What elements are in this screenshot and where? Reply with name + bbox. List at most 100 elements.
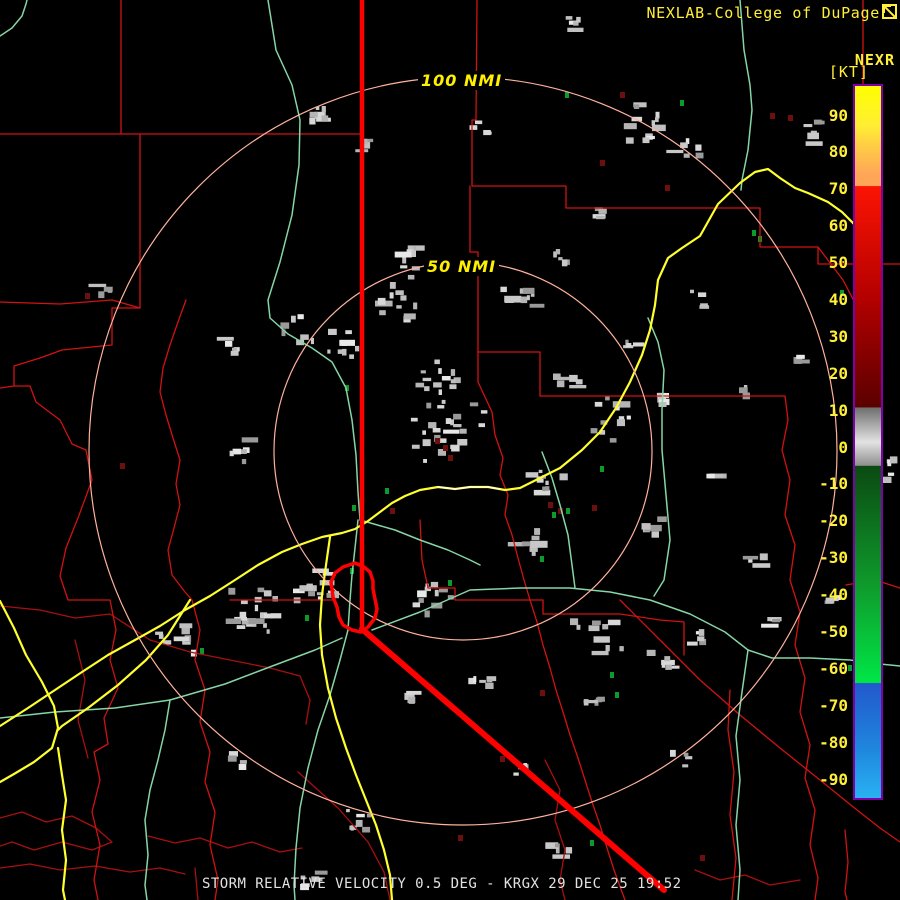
radar-echo xyxy=(526,295,530,301)
radar-echo xyxy=(434,589,439,597)
road-line xyxy=(0,811,113,851)
radar-echo xyxy=(406,690,422,695)
radar-echo xyxy=(173,636,190,642)
radar-echo xyxy=(682,764,689,768)
radar-echo xyxy=(236,625,246,629)
radar-echo xyxy=(594,401,603,407)
radar-echo xyxy=(394,251,412,258)
radar-echo xyxy=(565,16,573,20)
radar-echo xyxy=(367,138,374,143)
radar-echo xyxy=(225,618,242,624)
radar-echo xyxy=(807,132,819,140)
radar-echo xyxy=(530,540,548,548)
radar-echo xyxy=(453,413,462,420)
radar-echo xyxy=(598,208,607,214)
radar-echo xyxy=(513,772,519,776)
road-line xyxy=(147,835,303,853)
radar-echo-outbound xyxy=(848,665,852,671)
radar-echo xyxy=(216,336,234,341)
radar-echo xyxy=(525,472,539,478)
radar-echo xyxy=(309,111,318,118)
radar-echo xyxy=(479,679,486,683)
radar-echo xyxy=(441,376,451,381)
radar-echo-outbound xyxy=(565,92,569,98)
colorbar-tick-label: -20 xyxy=(819,511,848,531)
radar-echo xyxy=(609,438,617,443)
colorbar-tick-label: 30 xyxy=(828,326,848,346)
highway-green-line xyxy=(0,637,343,719)
county-boundary-line xyxy=(539,395,819,900)
radar-echo xyxy=(469,125,478,130)
radar-echo xyxy=(567,27,584,32)
colorbar-tick-label: 80 xyxy=(828,142,848,162)
highway-green-line xyxy=(293,519,359,900)
radar-echo xyxy=(433,382,442,388)
radar-echo-outbound xyxy=(615,692,619,698)
radar-echo-outbound xyxy=(552,512,556,518)
radar-echo xyxy=(618,416,625,420)
radar-echo xyxy=(230,350,239,356)
radar-echo xyxy=(417,590,427,598)
radar-echo xyxy=(321,115,329,121)
radar-echo xyxy=(395,290,404,295)
radar-echo-inbound xyxy=(788,115,793,121)
colorbar-tick-label: 50 xyxy=(828,253,848,273)
radar-echo-inbound xyxy=(600,160,605,166)
radar-echo xyxy=(257,587,265,593)
highway-green-line xyxy=(647,317,671,597)
radar-echo xyxy=(424,610,430,618)
county-boundary-line xyxy=(844,829,849,900)
radar-echo xyxy=(626,343,632,347)
radar-echo xyxy=(661,661,666,668)
radar-echo-inbound xyxy=(548,502,553,508)
radar-echo xyxy=(590,428,598,434)
radar-echo-inbound xyxy=(458,835,463,841)
colorbar-tick-label: 0 xyxy=(838,437,848,457)
radar-echo xyxy=(355,345,360,352)
radar-echo xyxy=(651,531,659,538)
highway-green-line xyxy=(739,0,753,191)
radar-echo xyxy=(345,330,352,335)
radar-echo xyxy=(552,854,570,859)
radar-echo xyxy=(158,634,164,639)
radar-echo xyxy=(666,149,684,154)
radar-echo xyxy=(480,410,488,414)
radar-echo xyxy=(225,341,233,347)
radar-echo xyxy=(742,555,759,560)
radar-echo xyxy=(687,641,698,646)
radar-echo xyxy=(453,424,462,428)
radar-echo xyxy=(98,291,105,299)
radar-echo-outbound xyxy=(752,230,756,236)
radar-echo xyxy=(556,380,565,388)
radar-echo-inbound xyxy=(448,455,453,461)
radar-echo xyxy=(389,292,394,299)
radar-echo xyxy=(410,417,418,422)
radar-echo xyxy=(478,423,485,428)
radar-echo xyxy=(88,283,107,288)
radar-echo xyxy=(239,760,247,764)
radar-echo xyxy=(475,120,483,125)
page-title: NEXLAB-College of DuPage xyxy=(646,4,880,22)
radar-echo xyxy=(362,826,371,833)
radar-echo xyxy=(181,627,190,635)
radar-echo xyxy=(569,385,587,389)
radar-echo xyxy=(403,313,416,320)
radar-echo-outbound xyxy=(590,840,594,846)
radar-echo xyxy=(326,593,332,598)
radar-echo-inbound xyxy=(620,92,625,98)
radar-echo xyxy=(602,624,609,630)
radar-echo xyxy=(545,480,549,485)
radar-echo xyxy=(605,645,610,652)
radar-echo xyxy=(240,600,248,605)
radar-echo xyxy=(607,619,621,626)
radar-echo xyxy=(254,604,259,612)
radar-viewer-screen: NEXLAB-College of DuPage NEXR [KT] 100 N… xyxy=(0,0,900,900)
radar-echo xyxy=(554,843,560,848)
colorbar-tick-label: -60 xyxy=(819,658,848,678)
radar-echo xyxy=(485,682,494,689)
radar-echo xyxy=(576,16,581,23)
radar-echo xyxy=(415,382,425,388)
range-ring-label-50nmi: 50 NMI xyxy=(424,257,500,276)
highway-green-line xyxy=(735,649,749,900)
radar-echo xyxy=(759,553,768,561)
